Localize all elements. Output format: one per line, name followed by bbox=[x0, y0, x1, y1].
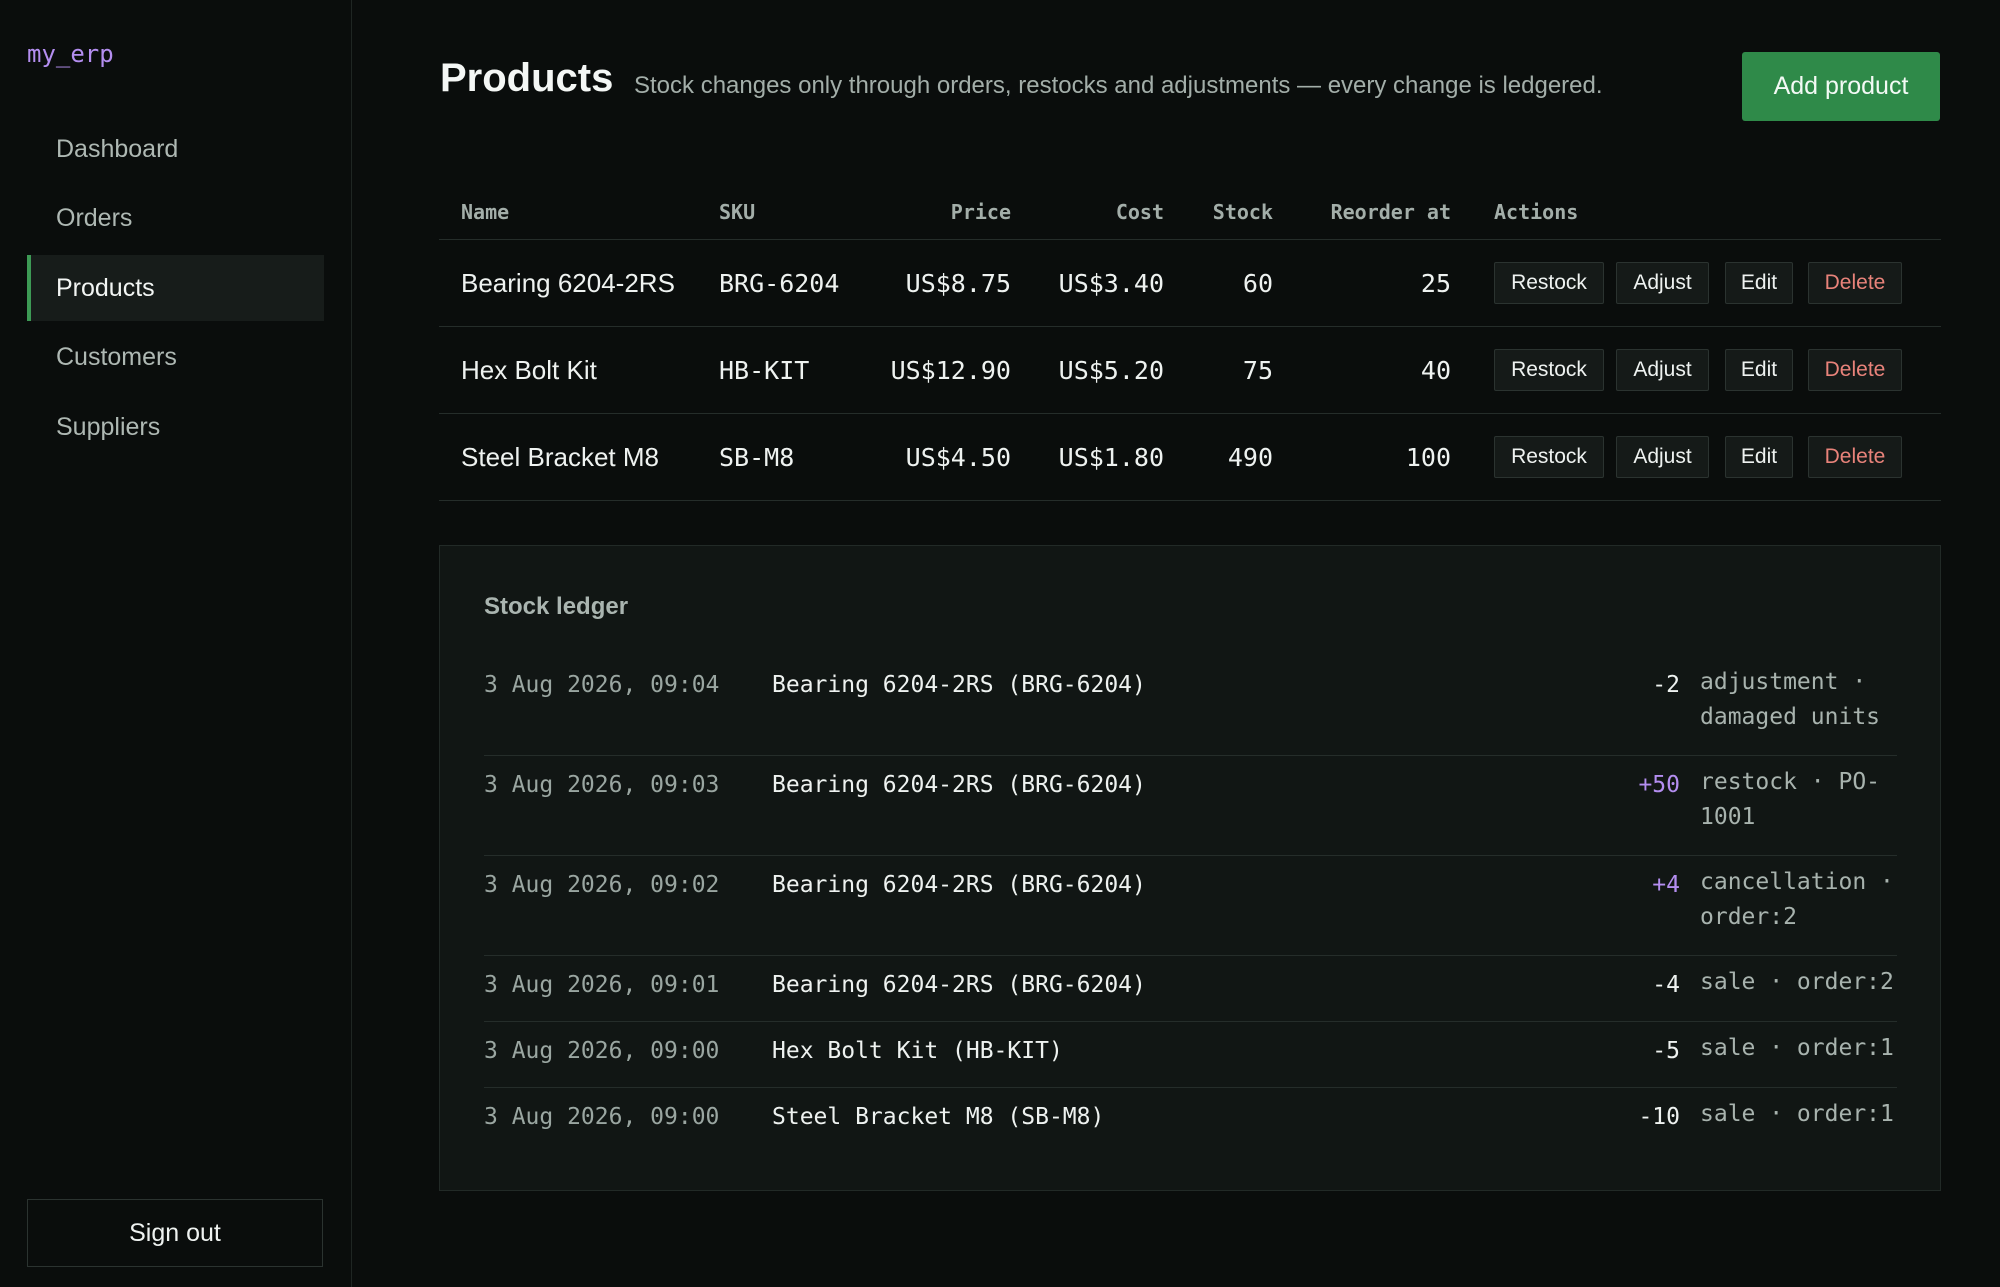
ledger-qty: +50 bbox=[1638, 772, 1680, 798]
ledger-note-line: cancellation · bbox=[1700, 869, 1894, 895]
app-brand[interactable]: my_erp bbox=[27, 40, 114, 68]
ledger-note-line: order:2 bbox=[1700, 904, 1797, 930]
ledger-time: 3 Aug 2026, 09:00 bbox=[484, 1104, 720, 1130]
adjust-button[interactable]: Adjust bbox=[1616, 349, 1709, 391]
product-name: Hex Bolt Kit bbox=[461, 354, 597, 385]
ledger-note: cancellation · order:2 bbox=[1700, 865, 1900, 935]
sidebar-item-products[interactable]: Products bbox=[27, 255, 324, 321]
ledger-qty: -5 bbox=[1652, 1038, 1680, 1064]
product-reorder-at: 25 bbox=[1420, 268, 1451, 298]
delete-button[interactable]: Delete bbox=[1808, 349, 1902, 391]
ledger-entry: 3 Aug 2026, 09:00 Steel Bracket M8 (SB-M… bbox=[484, 1088, 1897, 1153]
ledger-note: sale · order:1 bbox=[1700, 1097, 1900, 1132]
table-header: Name SKU Price Cost Stock Reorder at Act… bbox=[439, 185, 1941, 240]
product-stock: 60 bbox=[1242, 268, 1273, 298]
ledger-entry: 3 Aug 2026, 09:00 Hex Bolt Kit (HB-KIT) … bbox=[484, 1022, 1897, 1088]
product-cost: US$1.80 bbox=[1058, 442, 1164, 472]
product-cost: US$5.20 bbox=[1058, 355, 1164, 385]
product-stock: 75 bbox=[1242, 355, 1273, 385]
page-title: Products bbox=[440, 56, 614, 100]
ledger-product: Steel Bracket M8 (SB-M8) bbox=[772, 1104, 1105, 1130]
ledger-entry: 3 Aug 2026, 09:02 Bearing 6204-2RS (BRG-… bbox=[484, 856, 1897, 956]
table-row: Bearing 6204-2RS BRG-6204 US$8.75 US$3.4… bbox=[439, 240, 1941, 327]
column-header-name[interactable]: Name bbox=[461, 200, 509, 224]
ledger-qty: -10 bbox=[1638, 1104, 1680, 1130]
column-header-stock[interactable]: Stock bbox=[1213, 200, 1273, 224]
ledger-note-line: sale · order:1 bbox=[1700, 1101, 1894, 1127]
product-sku: BRG-6204 bbox=[719, 268, 840, 298]
product-stock: 490 bbox=[1227, 442, 1273, 472]
product-sku: HB-KIT bbox=[719, 355, 810, 385]
column-header-actions: Actions bbox=[1494, 200, 1579, 224]
sign-out-button[interactable]: Sign out bbox=[27, 1199, 323, 1267]
ledger-note-line: restock · PO- bbox=[1700, 769, 1881, 795]
table-row: Hex Bolt Kit HB-KIT US$12.90 US$5.20 75 … bbox=[439, 327, 1941, 414]
ledger-entry: 3 Aug 2026, 09:04 Bearing 6204-2RS (BRG-… bbox=[484, 656, 1897, 756]
ledger-note-line: damaged units bbox=[1700, 704, 1881, 730]
ledger-note-line: sale · order:2 bbox=[1700, 969, 1894, 995]
ledger-product: Bearing 6204-2RS (BRG-6204) bbox=[772, 772, 1146, 798]
edit-button[interactable]: Edit bbox=[1725, 262, 1793, 304]
ledger-note: restock · PO- 1001 bbox=[1700, 765, 1900, 835]
adjust-button[interactable]: Adjust bbox=[1616, 436, 1709, 478]
ledger-product: Hex Bolt Kit (HB-KIT) bbox=[772, 1038, 1063, 1064]
ledger-product: Bearing 6204-2RS (BRG-6204) bbox=[772, 972, 1146, 998]
sidebar-item-suppliers[interactable]: Suppliers bbox=[27, 394, 324, 460]
sidebar-item-customers[interactable]: Customers bbox=[27, 325, 324, 391]
product-price: US$12.90 bbox=[890, 355, 1011, 385]
column-header-reorder-at[interactable]: Reorder at bbox=[1331, 200, 1451, 224]
delete-button[interactable]: Delete bbox=[1808, 436, 1902, 478]
ledger-note: sale · order:2 bbox=[1700, 965, 1900, 1000]
table-row: Steel Bracket M8 SB-M8 US$4.50 US$1.80 4… bbox=[439, 414, 1941, 501]
ledger-time: 3 Aug 2026, 09:03 bbox=[484, 772, 720, 798]
ledger-time: 3 Aug 2026, 09:04 bbox=[484, 672, 720, 698]
ledger-note: sale · order:1 bbox=[1700, 1031, 1900, 1066]
product-sku: SB-M8 bbox=[719, 442, 795, 472]
restock-button[interactable]: Restock bbox=[1494, 349, 1604, 391]
ledger-entry: 3 Aug 2026, 09:03 Bearing 6204-2RS (BRG-… bbox=[484, 756, 1897, 856]
ledger-note-line: 1001 bbox=[1700, 804, 1756, 830]
sidebar-item-dashboard[interactable]: Dashboard bbox=[27, 116, 324, 182]
stock-ledger-panel: Stock ledger 3 Aug 2026, 09:04 Bearing 6… bbox=[439, 545, 1941, 1191]
product-price: US$4.50 bbox=[905, 442, 1011, 472]
adjust-button[interactable]: Adjust bbox=[1616, 262, 1709, 304]
column-header-cost[interactable]: Cost bbox=[1116, 200, 1164, 224]
sidebar-item-orders[interactable]: Orders bbox=[27, 186, 324, 252]
column-header-price[interactable]: Price bbox=[951, 200, 1011, 224]
sidebar-nav: Dashboard Orders Products Customers Supp… bbox=[27, 116, 324, 464]
ledger-note: adjustment · damaged units bbox=[1700, 665, 1900, 735]
ledger-time: 3 Aug 2026, 09:00 bbox=[484, 1038, 720, 1064]
ledger-qty: +4 bbox=[1652, 872, 1680, 898]
product-name: Bearing 6204-2RS bbox=[461, 267, 675, 298]
ledger-note-line: sale · order:1 bbox=[1700, 1035, 1894, 1061]
ledger-title: Stock ledger bbox=[484, 593, 629, 620]
add-product-button[interactable]: Add product bbox=[1742, 52, 1940, 121]
product-reorder-at: 40 bbox=[1420, 355, 1451, 385]
edit-button[interactable]: Edit bbox=[1725, 349, 1793, 391]
column-header-sku[interactable]: SKU bbox=[719, 200, 755, 224]
restock-button[interactable]: Restock bbox=[1494, 262, 1604, 304]
ledger-entry: 3 Aug 2026, 09:01 Bearing 6204-2RS (BRG-… bbox=[484, 956, 1897, 1022]
ledger-list: 3 Aug 2026, 09:04 Bearing 6204-2RS (BRG-… bbox=[484, 656, 1897, 1153]
ledger-note-line: adjustment · bbox=[1700, 669, 1867, 695]
products-table: Name SKU Price Cost Stock Reorder at Act… bbox=[439, 185, 1941, 501]
ledger-qty: -4 bbox=[1652, 972, 1680, 998]
product-cost: US$3.40 bbox=[1058, 268, 1164, 298]
ledger-product: Bearing 6204-2RS (BRG-6204) bbox=[772, 672, 1146, 698]
sidebar: my_erp Dashboard Orders Products Custome… bbox=[0, 0, 352, 1287]
page-subtitle: Stock changes only through orders, resto… bbox=[634, 72, 1603, 99]
edit-button[interactable]: Edit bbox=[1725, 436, 1793, 478]
ledger-qty: -2 bbox=[1652, 672, 1680, 698]
product-price: US$8.75 bbox=[905, 268, 1011, 298]
ledger-product: Bearing 6204-2RS (BRG-6204) bbox=[772, 872, 1146, 898]
product-reorder-at: 100 bbox=[1405, 442, 1451, 472]
restock-button[interactable]: Restock bbox=[1494, 436, 1604, 478]
delete-button[interactable]: Delete bbox=[1808, 262, 1902, 304]
ledger-time: 3 Aug 2026, 09:01 bbox=[484, 972, 720, 998]
ledger-time: 3 Aug 2026, 09:02 bbox=[484, 872, 720, 898]
product-name: Steel Bracket M8 bbox=[461, 441, 659, 472]
